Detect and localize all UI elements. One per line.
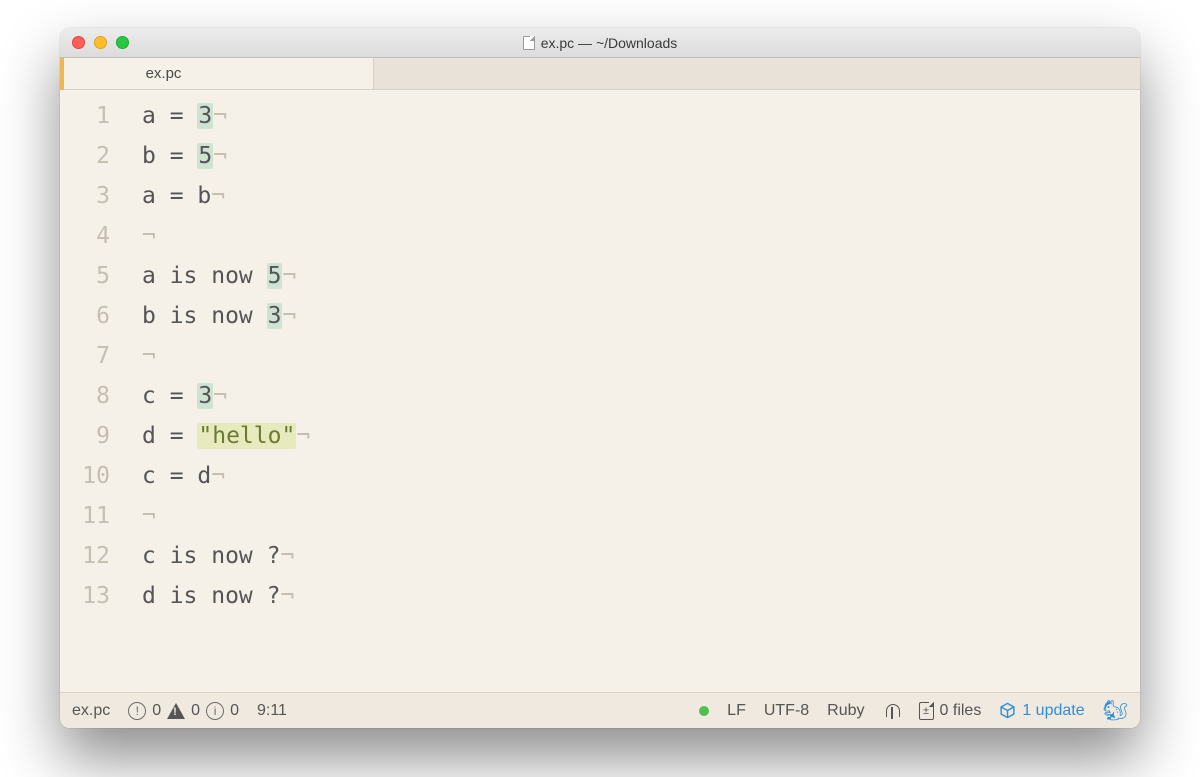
eol-marker: ¬: [211, 463, 225, 489]
line-number: 11: [60, 496, 110, 536]
line-number: 3: [60, 176, 110, 216]
close-window-button[interactable]: [72, 36, 85, 49]
line-number: 13: [60, 576, 110, 616]
code-text: d =: [142, 423, 197, 449]
code-line[interactable]: d is now ?¬: [142, 576, 1140, 616]
line-number: 2: [60, 136, 110, 176]
git-files-label: 0 files: [940, 702, 982, 720]
line-number: 4: [60, 216, 110, 256]
tab-ex-pc[interactable]: ex.pc: [64, 58, 374, 89]
code-line[interactable]: ¬: [142, 336, 1140, 376]
code-line[interactable]: c = d¬: [142, 456, 1140, 496]
code-text: b =: [142, 143, 197, 169]
line-number: 10: [60, 456, 110, 496]
eol-marker: ¬: [213, 143, 227, 169]
code-text: a is now: [142, 263, 267, 289]
updates-label: 1 update: [1022, 702, 1084, 720]
code-line[interactable]: ¬: [142, 216, 1140, 256]
number-literal: 3: [267, 303, 283, 329]
code-line[interactable]: a = 3¬: [142, 96, 1140, 136]
editor-window: ex.pc — ~/Downloads ex.pc 12345678910111…: [60, 28, 1140, 728]
line-number: 1: [60, 96, 110, 136]
code-text: c =: [142, 383, 197, 409]
line-number: 5: [60, 256, 110, 296]
line-number-gutter: 12345678910111213: [60, 96, 124, 692]
diff-icon: ±: [919, 702, 934, 720]
line-number: 9: [60, 416, 110, 456]
git-status[interactable]: ± 0 files: [919, 702, 982, 720]
line-number: 12: [60, 536, 110, 576]
minimize-window-button[interactable]: [94, 36, 107, 49]
number-literal: 3: [197, 103, 213, 129]
line-ending-selector[interactable]: LF: [727, 702, 746, 720]
text-editor[interactable]: 12345678910111213 a = 3¬b = 5¬a = b¬¬a i…: [60, 90, 1140, 692]
line-number: 6: [60, 296, 110, 336]
code-text: c = d: [142, 463, 211, 489]
error-icon: !: [128, 702, 146, 720]
eol-marker: ¬: [280, 583, 294, 609]
string-literal: "hello": [197, 423, 296, 449]
code-area[interactable]: a = 3¬b = 5¬a = b¬¬a is now 5¬b is now 3…: [124, 96, 1140, 692]
eol-marker: ¬: [280, 543, 294, 569]
number-literal: 3: [197, 383, 213, 409]
error-count: 0: [152, 702, 161, 720]
traffic-lights: [72, 36, 129, 49]
code-line[interactable]: b is now 3¬: [142, 296, 1140, 336]
code-text: a = b: [142, 183, 211, 209]
eol-marker: ¬: [142, 503, 156, 529]
code-text: b is now: [142, 303, 267, 329]
warning-icon: [167, 703, 185, 719]
encoding-selector[interactable]: UTF-8: [764, 702, 809, 720]
code-line[interactable]: c = 3¬: [142, 376, 1140, 416]
cursor-position[interactable]: 9:11: [257, 702, 287, 720]
tab-bar: ex.pc: [60, 58, 1140, 90]
eol-marker: ¬: [142, 343, 156, 369]
window-title: ex.pc — ~/Downloads: [541, 35, 678, 51]
eol-marker: ¬: [282, 303, 296, 329]
antenna-icon[interactable]: [883, 702, 901, 720]
code-text: c is now ?: [142, 543, 280, 569]
warning-count: 0: [191, 702, 200, 720]
line-number: 7: [60, 336, 110, 376]
eol-marker: ¬: [213, 103, 227, 129]
status-bar: ex.pc ! 0 0 i 0 9:11 LF UTF-8 Ruby ± 0 f…: [60, 692, 1140, 728]
code-text: d is now ?: [142, 583, 280, 609]
code-line[interactable]: d = "hello"¬: [142, 416, 1140, 456]
code-line[interactable]: ¬: [142, 496, 1140, 536]
grammar-selector[interactable]: Ruby: [827, 702, 864, 720]
eol-marker: ¬: [296, 423, 310, 449]
code-text: a =: [142, 103, 197, 129]
code-line[interactable]: c is now ?¬: [142, 536, 1140, 576]
number-literal: 5: [197, 143, 213, 169]
tab-label: ex.pc: [146, 65, 182, 82]
line-number: 8: [60, 376, 110, 416]
updates-button[interactable]: 1 update: [999, 702, 1084, 720]
titlebar: ex.pc — ~/Downloads: [60, 28, 1140, 58]
diagnostics-group[interactable]: ! 0 0 i 0: [128, 702, 239, 720]
clean-indicator-icon: [699, 706, 709, 716]
code-line[interactable]: b = 5¬: [142, 136, 1140, 176]
info-count: 0: [230, 702, 239, 720]
zoom-window-button[interactable]: [116, 36, 129, 49]
package-icon: [999, 702, 1016, 719]
squirrel-icon[interactable]: 🐿: [1103, 698, 1128, 723]
eol-marker: ¬: [213, 383, 227, 409]
eol-marker: ¬: [282, 263, 296, 289]
eol-marker: ¬: [142, 223, 156, 249]
code-line[interactable]: a = b¬: [142, 176, 1140, 216]
eol-marker: ¬: [211, 183, 225, 209]
number-literal: 5: [267, 263, 283, 289]
status-filename[interactable]: ex.pc: [72, 702, 110, 720]
file-icon: [523, 36, 535, 50]
code-line[interactable]: a is now 5¬: [142, 256, 1140, 296]
info-icon: i: [206, 702, 224, 720]
